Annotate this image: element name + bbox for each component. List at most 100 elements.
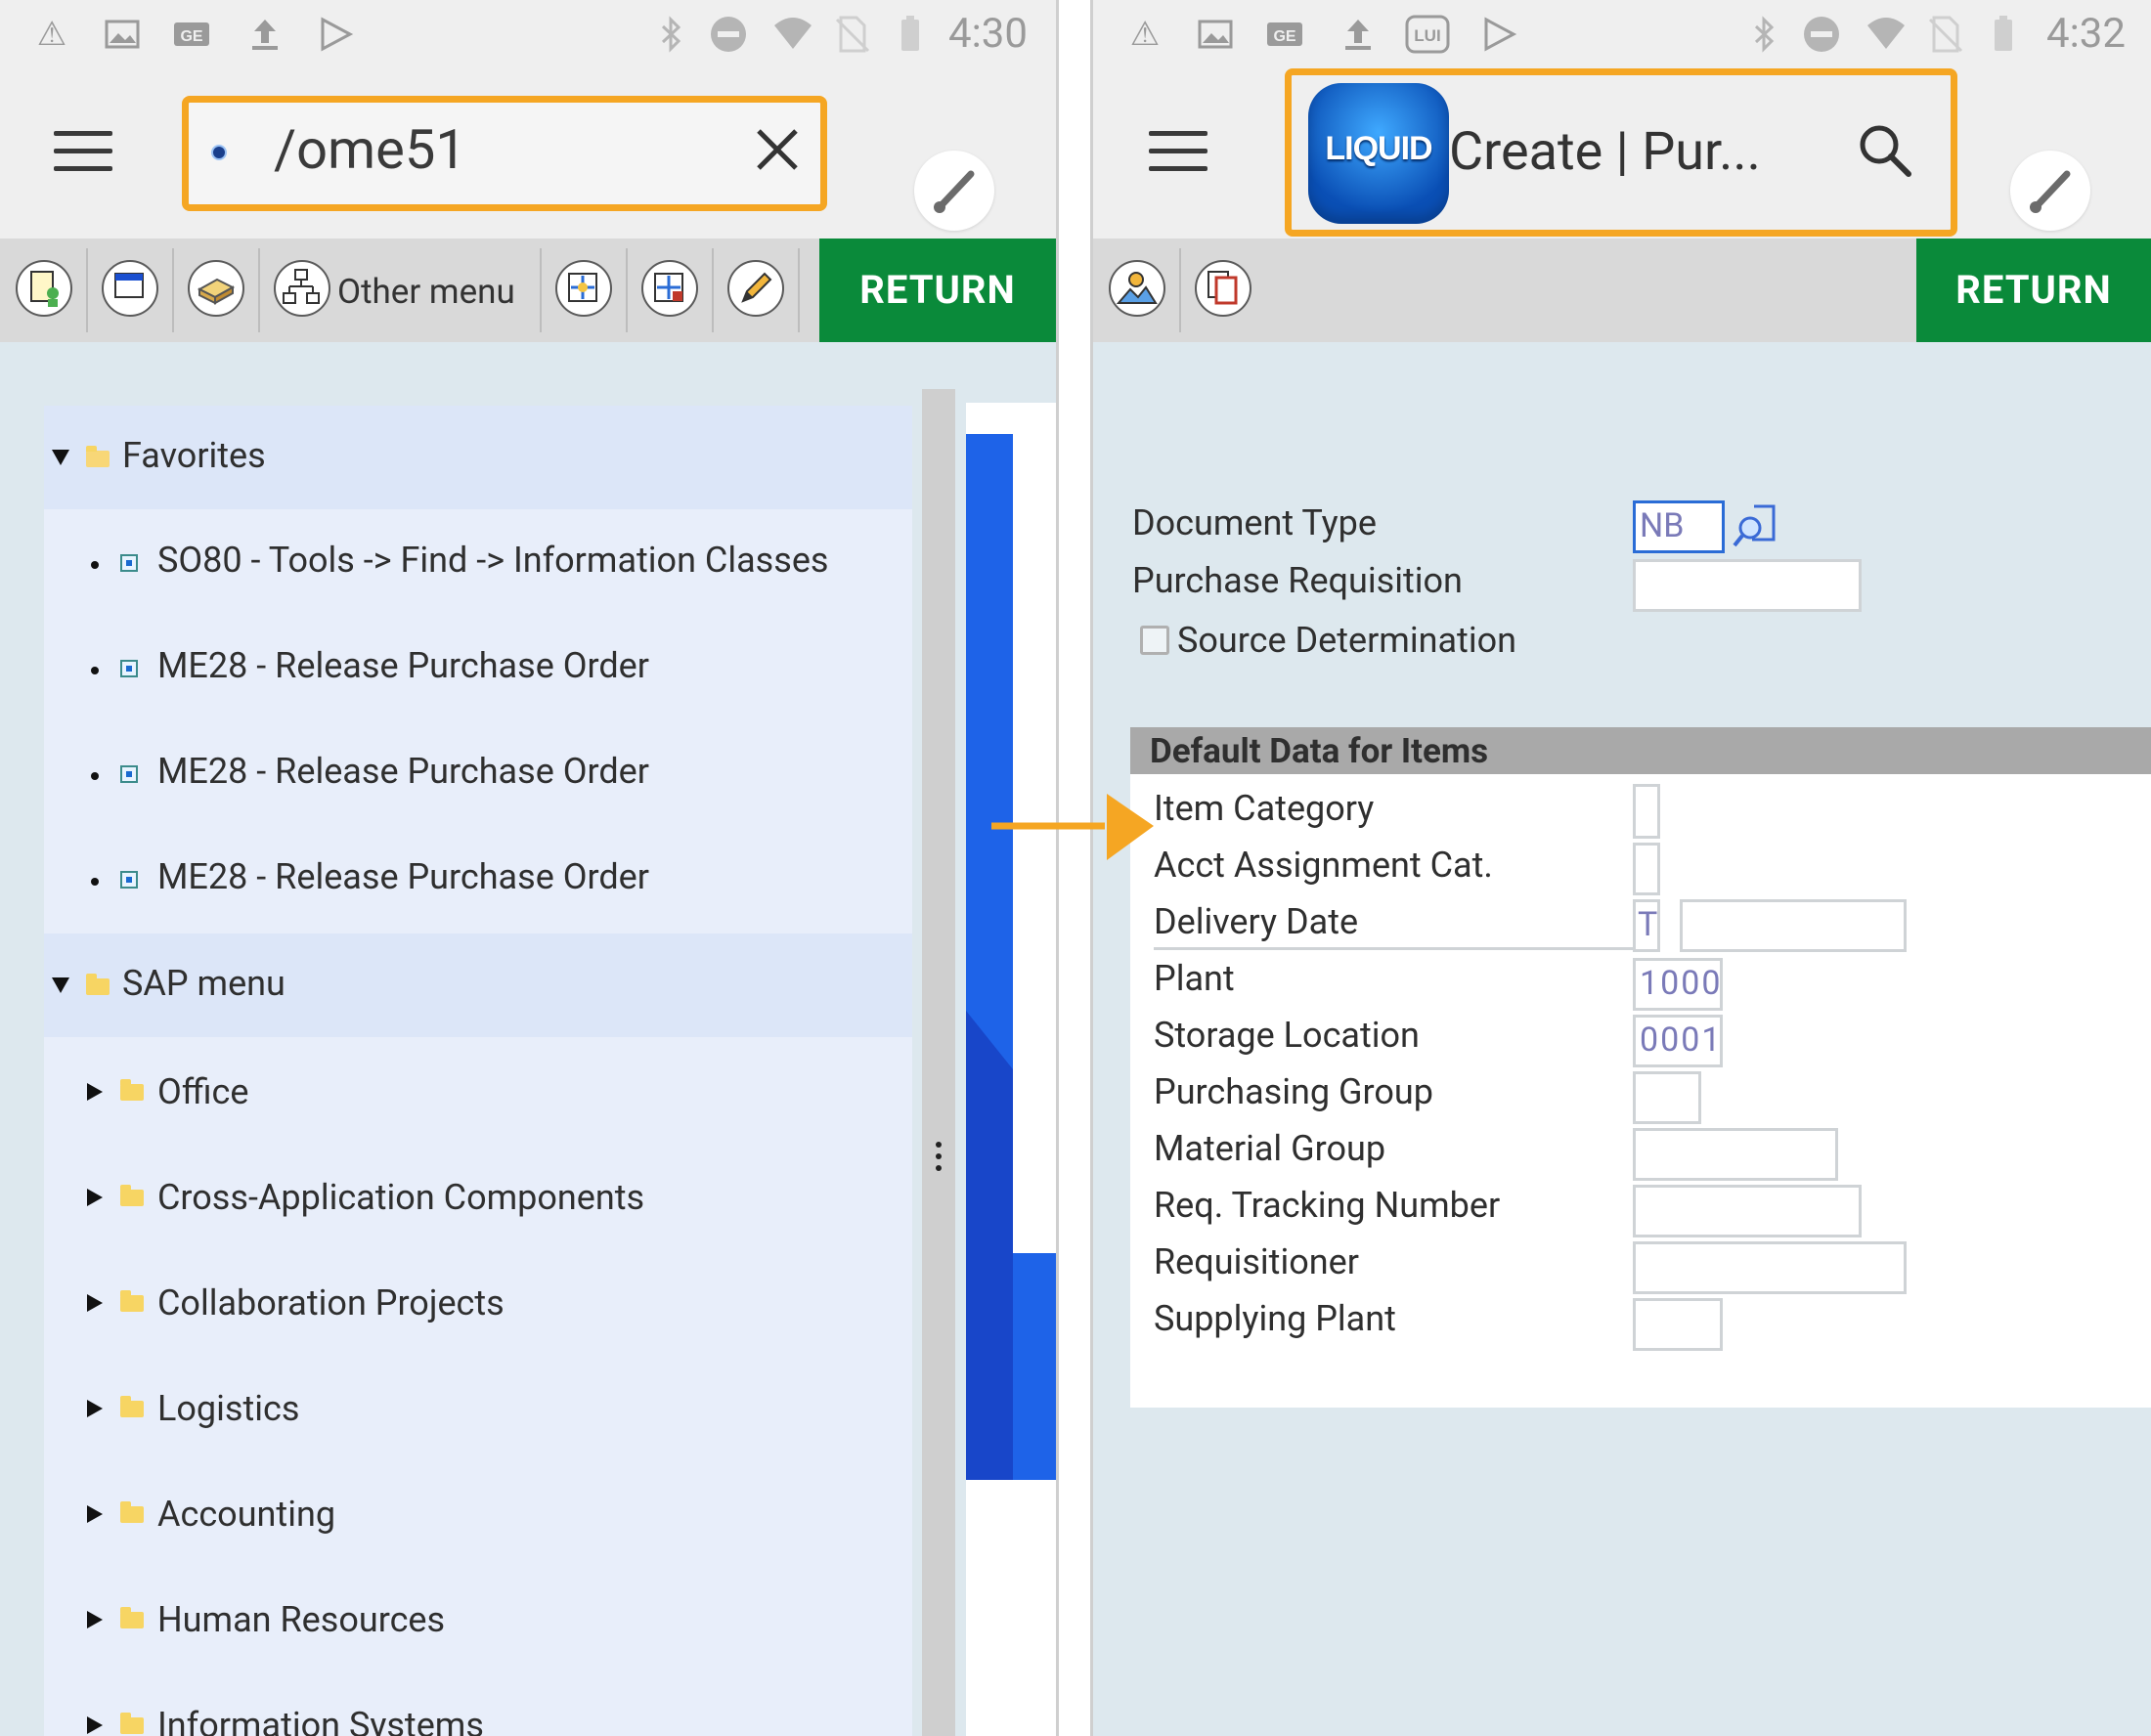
menu-item-label: Cross-Application Components [157, 1177, 645, 1218]
plant-field[interactable]: 1000 [1633, 958, 1723, 1011]
menu-item-label: Logistics [157, 1388, 300, 1429]
menu-item-label: Collaboration Projects [157, 1282, 505, 1324]
copy-icon[interactable] [1195, 260, 1251, 317]
wifi-icon [1866, 14, 1907, 55]
app-bar: /ome51 [0, 68, 1056, 239]
storage-location-field[interactable]: 0001 [1633, 1015, 1723, 1067]
wifi-icon [772, 14, 813, 55]
paintbrush-icon [934, 170, 975, 213]
transaction-icon [120, 765, 138, 783]
document-type-field[interactable]: NB [1633, 500, 1725, 553]
menu-icon[interactable] [54, 131, 112, 172]
window-icon[interactable] [102, 260, 158, 317]
supplying-plant-field[interactable] [1633, 1298, 1723, 1351]
list-item[interactable]: Cross-Application Components [44, 1163, 912, 1232]
delivery-date-label: Delivery Date [1154, 901, 1359, 942]
folder-icon [120, 1290, 144, 1312]
favorite-item-label: ME28 - Release Purchase Order [157, 751, 649, 792]
create-favorite-icon[interactable] [555, 260, 612, 317]
list-item[interactable]: Office [44, 1058, 912, 1126]
purchasing-group-label: Purchasing Group [1154, 1071, 1433, 1112]
expand-icon[interactable] [87, 1083, 103, 1101]
menu-icon[interactable] [1149, 131, 1207, 172]
list-item[interactable]: Logistics [44, 1374, 912, 1443]
favorites-node[interactable]: Favorites [44, 406, 912, 509]
user-document-icon[interactable] [16, 260, 72, 317]
list-item[interactable]: Human Resources [44, 1585, 912, 1654]
expand-icon[interactable] [87, 1294, 103, 1312]
svg-text:GE: GE [1273, 28, 1295, 45]
pencil-icon[interactable] [727, 260, 784, 317]
highlight-box [182, 96, 827, 211]
left-phone-screen: ⚠ GE 4:30 /ome51 Other menu RETURN Favor… [0, 0, 1056, 1736]
do-not-disturb-icon [1801, 14, 1842, 55]
list-item[interactable]: SO80 - Tools -> Find -> Information Clas… [44, 526, 912, 594]
list-item[interactable]: ME28 - Release Purchase Order [44, 631, 912, 700]
purchase-requisition-field[interactable] [1633, 559, 1862, 612]
section-header: Default Data for Items [1130, 727, 2151, 774]
folder-icon [120, 1501, 144, 1523]
annotation-arrow-icon [991, 794, 1154, 860]
svg-text:GE: GE [180, 28, 202, 45]
image-icon [102, 14, 143, 55]
sap-menu-node[interactable]: SAP menu [44, 933, 912, 1037]
storage-location-label: Storage Location [1154, 1015, 1420, 1056]
content-preview [966, 403, 1056, 1736]
transaction-icon [120, 871, 138, 889]
liquid-ui-notification-icon: LUI [1404, 14, 1450, 55]
expand-icon[interactable] [87, 1189, 103, 1206]
folder-icon [120, 1396, 144, 1417]
expand-icon[interactable] [87, 1400, 103, 1417]
upload-icon [244, 14, 285, 55]
splitter-handle[interactable] [922, 389, 955, 1736]
requisitioner-field[interactable] [1633, 1241, 1907, 1294]
no-sim-icon [831, 14, 872, 55]
return-button[interactable]: RETURN [1916, 239, 2151, 342]
delivery-date-field[interactable] [1680, 899, 1907, 952]
brush-button[interactable] [2010, 151, 2090, 231]
acct-assignment-field[interactable] [1633, 843, 1660, 895]
play-store-icon [1478, 14, 1519, 55]
req-tracking-field[interactable] [1633, 1185, 1862, 1237]
bluetooth-icon [650, 14, 691, 55]
ge-icon: GE [171, 14, 212, 55]
favorite-item-label: ME28 - Release Purchase Order [157, 645, 649, 686]
settings-favorite-icon[interactable] [641, 260, 698, 317]
picture-icon[interactable] [1109, 260, 1165, 317]
requisitioner-label: Requisitioner [1154, 1241, 1359, 1282]
no-sim-icon [1924, 14, 1965, 55]
hierarchy-icon[interactable] [274, 260, 330, 317]
expand-icon[interactable] [87, 1716, 103, 1734]
sap-menu-label: SAP menu [122, 963, 285, 1004]
transaction-icon [120, 554, 138, 572]
delivery-date-type-field[interactable]: T [1633, 899, 1660, 952]
collapse-icon[interactable] [52, 977, 69, 993]
bluetooth-icon [1743, 14, 1784, 55]
source-determination-checkbox[interactable] [1140, 626, 1169, 655]
list-item[interactable]: Accounting [44, 1480, 912, 1548]
expand-icon[interactable] [87, 1611, 103, 1628]
return-button[interactable]: RETURN [819, 239, 1056, 342]
value-help-icon[interactable] [1731, 500, 1781, 551]
folder-icon [120, 1185, 144, 1206]
open-folder-icon [86, 446, 110, 467]
list-item[interactable]: ME28 - Release Purchase Order [44, 843, 912, 911]
do-not-disturb-icon [708, 14, 749, 55]
list-item[interactable]: ME28 - Release Purchase Order [44, 737, 912, 805]
expand-icon[interactable] [87, 1505, 103, 1523]
list-item[interactable]: Collaboration Projects [44, 1269, 912, 1337]
status-time: 4:32 [2046, 10, 2126, 58]
item-category-field[interactable] [1633, 784, 1660, 839]
svg-text:LUI: LUI [1414, 26, 1440, 45]
box-icon[interactable] [188, 260, 244, 317]
item-category-label: Item Category [1154, 788, 1375, 829]
warning-icon: ⚠ [1129, 15, 1161, 54]
acct-assignment-label: Acct Assignment Cat. [1154, 845, 1493, 886]
purchasing-group-field[interactable] [1633, 1071, 1701, 1124]
collapse-icon[interactable] [52, 450, 69, 465]
material-group-field[interactable] [1633, 1128, 1838, 1181]
battery-icon [1983, 14, 2024, 55]
other-menu-label[interactable]: Other menu [337, 272, 515, 312]
list-item[interactable]: Information Systems [44, 1691, 912, 1736]
brush-button[interactable] [914, 151, 994, 231]
